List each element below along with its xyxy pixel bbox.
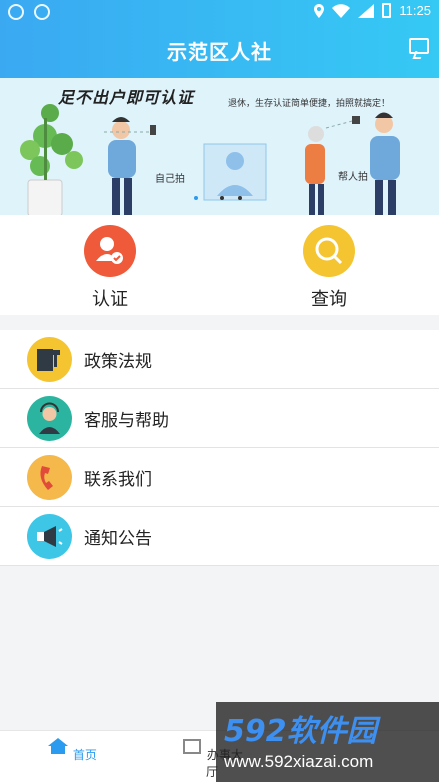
menu-item-customer-service[interactable]: 客服与帮助	[0, 389, 439, 448]
status-time: 11:25	[399, 3, 431, 18]
banner-caption-self: 自己拍	[155, 174, 185, 185]
verify-button[interactable]: 认证	[55, 225, 165, 311]
menu-item-contact[interactable]: 联系我们	[0, 448, 439, 507]
page-title: 示范区人社	[167, 40, 272, 64]
query-label: 查询	[311, 289, 347, 310]
verify-label: 认证	[92, 289, 128, 310]
watermark-url: www.592xiazai.com	[224, 752, 374, 771]
menu-item-label: 政策法规	[84, 352, 152, 372]
face-frame-illustration	[194, 143, 267, 201]
wifi-icon	[332, 3, 351, 18]
phone-icon	[27, 455, 72, 500]
quick-actions: 认证 查询	[0, 215, 439, 315]
menu-item-label: 客服与帮助	[84, 411, 169, 431]
app-header: 示范区人社	[0, 24, 439, 78]
gavel-book-icon	[27, 337, 72, 382]
user-verify-icon	[84, 225, 136, 277]
menu-item-label: 联系我们	[84, 470, 152, 490]
hall-icon	[183, 739, 202, 754]
signal-icon	[358, 3, 375, 18]
status-bar: 11:25	[0, 0, 439, 24]
home-icon	[48, 738, 69, 754]
message-icon[interactable]	[409, 38, 429, 54]
notification-icon-2	[34, 4, 50, 20]
location-icon	[314, 3, 325, 18]
banner-caption-help: 帮人拍	[338, 172, 368, 183]
search-icon	[303, 225, 355, 277]
service-menu: 政策法规 客服与帮助 联系我们 通知公告	[0, 330, 439, 566]
watermark: 592软件园 www.592xiazai.com	[216, 702, 439, 782]
notification-icon	[8, 4, 24, 20]
tab-home[interactable]: 首页	[40, 737, 104, 763]
tab-label: 首页	[72, 748, 97, 762]
menu-item-notice[interactable]: 通知公告	[0, 507, 439, 566]
customer-service-icon	[27, 396, 72, 441]
menu-item-policy[interactable]: 政策法规	[0, 330, 439, 389]
megaphone-icon	[27, 514, 72, 559]
battery-icon	[382, 3, 392, 18]
query-button[interactable]: 查询	[274, 225, 384, 311]
banner-subline: 退休，生存认证简单便捷，拍照就搞定！	[228, 99, 391, 109]
banner-headline: 足不出户即可认证	[58, 88, 195, 107]
watermark-brand: 592软件园	[224, 714, 377, 749]
menu-item-label: 通知公告	[84, 529, 152, 549]
promo-banner[interactable]: 足不出户即可认证 退休，生存认证简单便捷，拍照就搞定！ 自己拍 帮人拍	[0, 78, 439, 215]
